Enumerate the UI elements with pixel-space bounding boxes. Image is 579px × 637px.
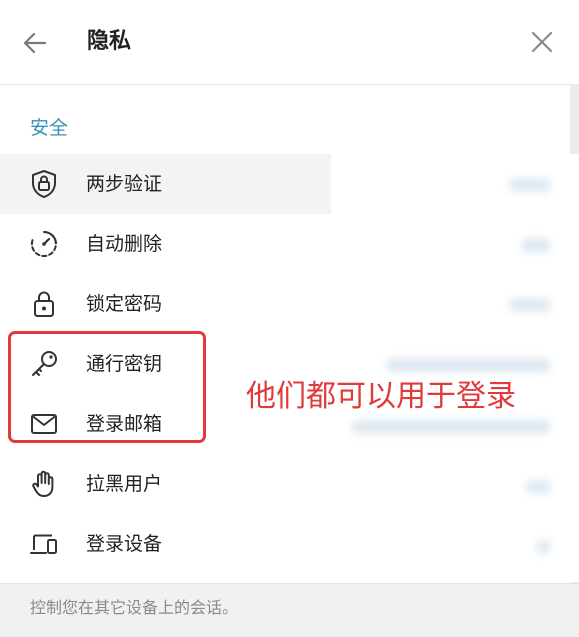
list-item-login-devices[interactable]: 登录设备 [0, 514, 579, 574]
list-item-label: 拉黑用户 [86, 473, 163, 495]
section-title-security: 安全 [30, 117, 69, 139]
page-title: 隐私 [87, 29, 132, 54]
list-item-label: 两步验证 [86, 173, 163, 195]
list-item-passcode-lock[interactable]: 锁定密码 [0, 274, 579, 334]
padlock-icon [34, 291, 54, 317]
hand-icon [32, 470, 54, 497]
timer-icon [30, 231, 57, 257]
close-icon[interactable] [526, 26, 558, 58]
devices-icon [30, 534, 57, 554]
list-item-two-step-verification[interactable]: 两步验证 [0, 154, 331, 214]
header-bar: 隐私 [0, 0, 579, 85]
footer-hint: 控制您在其它设备上的会话。 [0, 583, 579, 637]
annotation-text: 他们都可以用于登录 [246, 379, 516, 414]
list-item-blocked-users[interactable]: 拉黑用户 [0, 454, 579, 514]
list-item-label: 自动删除 [86, 233, 163, 255]
list-item-auto-delete[interactable]: 自动删除 [0, 214, 579, 274]
arrow-left-icon[interactable] [18, 26, 52, 60]
highlight-box [8, 331, 206, 443]
shield-lock-icon [32, 170, 56, 198]
footer-description: 控制您在其它设备上的会话。 [30, 598, 239, 617]
list-item-label: 锁定密码 [86, 293, 163, 315]
list-item-label: 登录设备 [86, 533, 163, 555]
